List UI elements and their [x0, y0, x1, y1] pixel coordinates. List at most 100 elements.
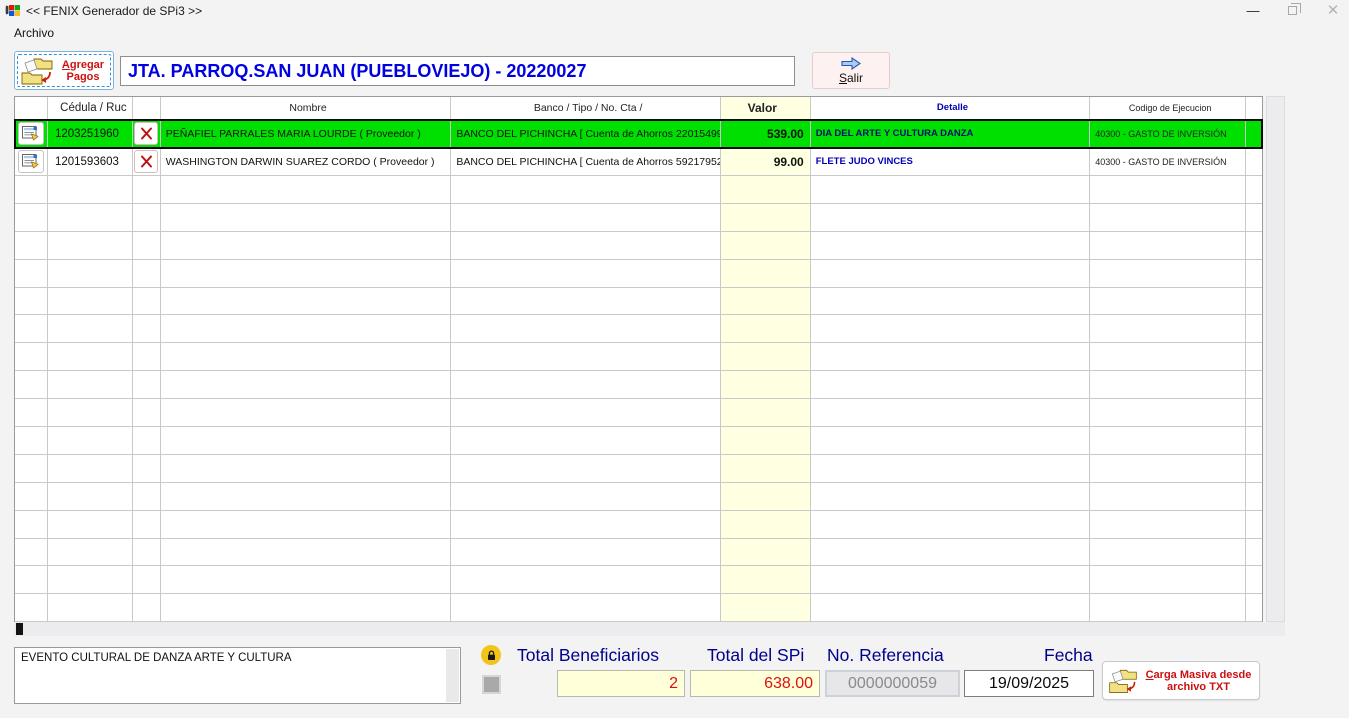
- textarea-scrollbar[interactable]: [446, 649, 459, 702]
- table-row-empty[interactable]: [15, 594, 1262, 623]
- empty-cell: [48, 454, 133, 482]
- empty-cell: [1246, 288, 1262, 315]
- empty-cell: [720, 427, 811, 454]
- empty-cell: [161, 203, 452, 231]
- table-row-empty[interactable]: [15, 287, 1262, 316]
- cell-end: [1246, 120, 1262, 147]
- gray-square-button[interactable]: [482, 675, 501, 694]
- empty-cell: [720, 231, 811, 259]
- cell-end: [1246, 148, 1262, 175]
- cell-nombre[interactable]: PEÑAFIEL PARRALES MARIA LOURDE ( Proveed…: [161, 120, 452, 147]
- close-button[interactable]: ✕: [1316, 0, 1349, 22]
- horizontal-scrollbar-thumb[interactable]: [16, 623, 23, 635]
- fecha-label: Fecha: [1044, 645, 1093, 665]
- cell-banco[interactable]: BANCO DEL PICHINCHA [ Cuenta de Ahorros …: [451, 148, 721, 175]
- event-detail-textarea[interactable]: EVENTO CULTURAL DE DANZA ARTE Y CULTURA: [14, 647, 461, 704]
- empty-cell: [1246, 315, 1262, 342]
- empty-cell: [1090, 231, 1247, 259]
- restore-icon: [1288, 3, 1301, 15]
- cell-nombre[interactable]: WASHINGTON DARWIN SUAREZ CORDO ( Proveed…: [161, 148, 452, 175]
- table-row-empty[interactable]: [15, 371, 1262, 400]
- table-row-empty[interactable]: [15, 259, 1262, 288]
- empty-cell: [811, 454, 1091, 482]
- cell-cedula[interactable]: 1203251960: [48, 120, 133, 147]
- window-title: << FENIX Generador de SPi3 >>: [26, 4, 203, 18]
- delete-row-button[interactable]: [134, 150, 159, 173]
- empty-cell: [451, 231, 721, 259]
- agregar-pagos-button[interactable]: Agregar Pagos: [14, 51, 114, 90]
- restore-button[interactable]: [1276, 0, 1310, 22]
- cell-valor[interactable]: 539.00: [721, 120, 811, 147]
- empty-cell: [811, 371, 1091, 399]
- carga-masiva-label: Carga Masiva desde archivo TXT: [1145, 668, 1252, 693]
- empty-cell: [720, 287, 811, 315]
- empty-cell: [720, 510, 811, 538]
- empty-cell: [15, 454, 48, 482]
- header-detalle: Detalle: [811, 97, 1091, 119]
- delete-cell: [133, 120, 161, 147]
- empty-cell: [451, 343, 721, 371]
- delete-row-button[interactable]: [134, 122, 159, 145]
- header-valor: Valor: [720, 97, 811, 119]
- empty-cell: [811, 427, 1091, 454]
- cell-detalle[interactable]: DIA DEL ARTE Y CULTURA DANZA: [811, 120, 1091, 147]
- cell-cedula[interactable]: 1201593603: [48, 148, 133, 175]
- empty-cell: [1246, 594, 1262, 621]
- empty-cell: [15, 538, 48, 566]
- table-row[interactable]: 1201593603 WASHINGTON DARWIN SUAREZ CORDO…: [15, 148, 1262, 176]
- table-row-empty[interactable]: [15, 454, 1262, 483]
- carga-masiva-button[interactable]: Carga Masiva desde archivo TXT: [1102, 661, 1260, 700]
- empty-cell: [161, 371, 452, 399]
- empty-cell: [161, 538, 452, 566]
- cell-valor[interactable]: 99.00: [720, 148, 811, 175]
- table-row-empty[interactable]: [15, 566, 1262, 595]
- horizontal-scrollbar[interactable]: [14, 622, 1285, 636]
- table-row-empty[interactable]: [15, 510, 1262, 539]
- vertical-scrollbar[interactable]: [1266, 96, 1285, 622]
- table-row-empty[interactable]: [15, 343, 1262, 372]
- table-row[interactable]: 1203251960 PEÑAFIEL PARRALES MARIA LOURDE…: [14, 119, 1263, 149]
- table-row-empty[interactable]: [15, 538, 1262, 567]
- salir-button[interactable]: Salir: [812, 52, 890, 89]
- empty-cell: [1246, 539, 1262, 566]
- empty-cell: [451, 538, 721, 566]
- fecha-field[interactable]: 19/09/2025: [964, 670, 1094, 697]
- empty-cell: [1246, 455, 1262, 482]
- empty-cell: [811, 287, 1091, 315]
- empty-cell: [133, 203, 161, 231]
- header-nombre: Nombre: [161, 97, 452, 119]
- empty-cell: [161, 231, 452, 259]
- edit-row-button[interactable]: [17, 150, 44, 173]
- empty-cell: [133, 371, 161, 399]
- cell-detalle[interactable]: FLETE JUDO VINCES: [811, 148, 1091, 175]
- empty-cell: [1246, 371, 1262, 398]
- table-body: 1203251960 PEÑAFIEL PARRALES MARIA LOURDE…: [14, 119, 1263, 623]
- minimize-button[interactable]: —: [1236, 0, 1270, 22]
- agregar-pagos-label: Agregar Pagos: [61, 58, 105, 83]
- table-header-row: Cédula / Ruc Nombre Banco / Tipo / No. C…: [15, 97, 1262, 120]
- cell-codigo[interactable]: 40300 - GASTO DE INVERSIÓN: [1090, 120, 1247, 147]
- header-edit-col: [15, 97, 48, 119]
- empty-cell: [161, 343, 452, 371]
- edit-cell: [15, 148, 48, 175]
- empty-cell: [811, 315, 1091, 343]
- empty-cell: [720, 482, 811, 510]
- cell-banco[interactable]: BANCO DEL PICHINCHA [ Cuenta de Ahorros …: [451, 120, 721, 147]
- table-row-empty[interactable]: [15, 203, 1262, 232]
- table-row-empty[interactable]: [15, 399, 1262, 428]
- entity-title-input[interactable]: [120, 56, 795, 86]
- menu-archivo[interactable]: Archivo: [10, 24, 58, 42]
- table-row-empty[interactable]: [15, 482, 1262, 511]
- empty-cell: [48, 259, 133, 287]
- edit-row-button[interactable]: [17, 122, 44, 145]
- table-row-empty[interactable]: [15, 315, 1262, 344]
- table-row-empty[interactable]: [15, 427, 1262, 455]
- table-row-empty[interactable]: [15, 176, 1262, 204]
- empty-cell: [451, 510, 721, 538]
- cell-codigo[interactable]: 40300 - GASTO DE INVERSIÓN: [1090, 148, 1247, 175]
- table-row-empty[interactable]: [15, 231, 1262, 260]
- empty-cell: [161, 454, 452, 482]
- empty-cell: [1246, 399, 1262, 426]
- empty-cell: [48, 538, 133, 566]
- empty-cell: [133, 259, 161, 287]
